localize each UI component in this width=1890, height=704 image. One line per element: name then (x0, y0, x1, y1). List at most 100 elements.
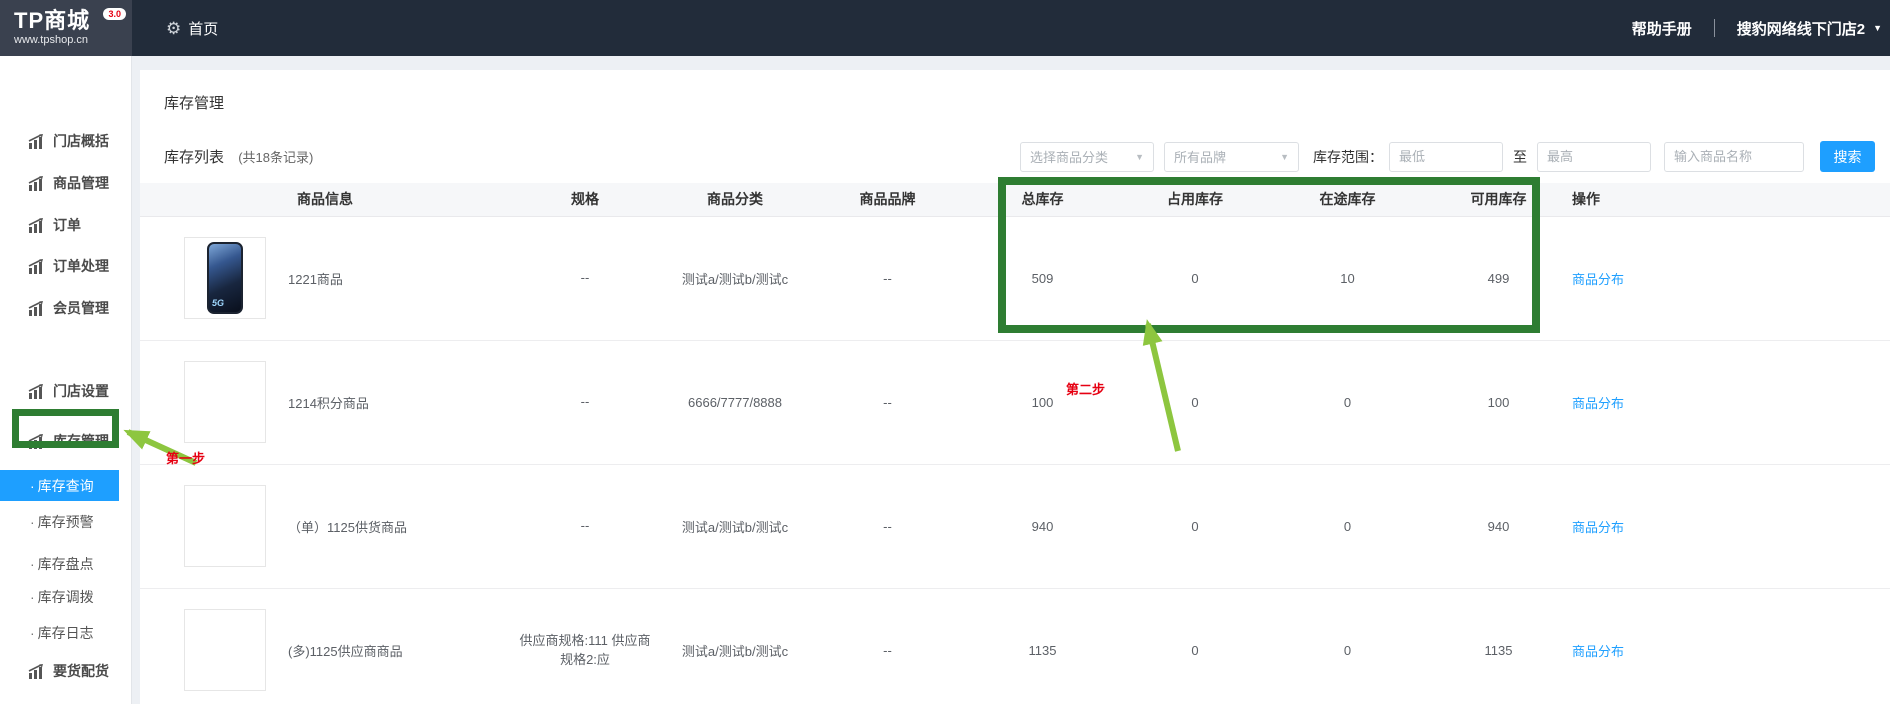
logo[interactable]: TP商城 www.tpshop.cn 3.0 (0, 0, 132, 56)
page-title: 库存管理 (164, 92, 224, 113)
chart-icon (28, 434, 47, 449)
sidebar-item[interactable]: 库存管理 (0, 430, 132, 452)
sidebar-item[interactable]: 订单 (0, 214, 132, 236)
to-label: 至 (1513, 147, 1527, 167)
occupied-stock-value: 0 (1120, 216, 1270, 340)
occupied-stock-value: 0 (1120, 464, 1270, 588)
col-header-available-stock: 可用库存 (1425, 183, 1572, 216)
product-brand: -- (810, 464, 965, 588)
product-spec: -- (510, 464, 660, 588)
sidebar-item[interactable]: 门店概括 (0, 130, 132, 152)
bullet-icon: · (30, 556, 35, 572)
sidebar-item-label: 门店概括 (53, 131, 109, 151)
sidebar-subitem-label: 库存日志 (38, 623, 94, 643)
chart-icon (28, 176, 47, 191)
search-button[interactable]: 搜索 (1820, 141, 1875, 172)
transit-stock-value: 0 (1270, 464, 1425, 588)
stock-min-input[interactable] (1389, 142, 1503, 172)
total-stock-value: 100 (965, 340, 1120, 464)
list-title-line: 库存列表 (共18条记录) (164, 146, 313, 167)
available-stock-value: 499 (1425, 216, 1572, 340)
sidebar-item-label: 库存管理 (53, 431, 109, 451)
occupied-stock-value: 0 (1120, 340, 1270, 464)
sidebar-item[interactable]: 商品管理 (0, 172, 132, 194)
product-name: (多)1125供应商商品 (288, 641, 403, 660)
sidebar-item-label: 会员管理 (53, 298, 109, 318)
product-thumbnail (184, 485, 266, 567)
chart-icon (28, 301, 47, 316)
top-header-bar: TP商城 www.tpshop.cn 3.0 ⚙ 首页 帮助手册 搜豹网络线下门… (0, 0, 1890, 56)
record-count: (共18条记录) (238, 150, 313, 165)
chart-icon (28, 664, 47, 679)
sidebar-item[interactable]: 订单处理 (0, 255, 132, 277)
product-brand: -- (810, 216, 965, 340)
table-row: 1214积分商品 -- 6666/7777/8888 -- 100 0 0 10… (140, 340, 1890, 464)
sidebar-subitem[interactable]: · 库存调拨 (0, 586, 132, 608)
gear-icon: ⚙ (166, 20, 181, 37)
phone-product-image: 5G (207, 242, 243, 314)
sidebar-subitem[interactable]: · 库存盘点 (0, 553, 132, 575)
table-row: (多)1125供应商商品 供应商规格:111 供应商规格2:应 测试a/测试b/… (140, 588, 1890, 704)
total-stock-value: 1135 (965, 588, 1120, 704)
select-caret-icon: ▼ (1135, 152, 1144, 162)
bullet-icon: · (30, 514, 35, 530)
col-header-spec: 规格 (510, 183, 660, 216)
caret-down-icon: ▼ (1873, 23, 1882, 33)
product-spec: 供应商规格:111 供应商规格2:应 (510, 588, 660, 704)
total-stock-value: 509 (965, 216, 1120, 340)
sidebar-item[interactable]: 门店设置 (0, 380, 132, 402)
logo-subtitle: www.tpshop.cn (14, 34, 132, 46)
brand-select[interactable]: 所有品牌 ▼ (1164, 142, 1299, 172)
col-header-total-stock: 总库存 (965, 183, 1120, 216)
sidebar-item-label: 商品管理 (53, 173, 109, 193)
nav-home[interactable]: ⚙ 首页 (166, 18, 218, 39)
category-select-value: 选择商品分类 (1030, 147, 1108, 166)
help-manual-link[interactable]: 帮助手册 (1632, 18, 1692, 39)
stock-range-label: 库存范围： (1313, 147, 1383, 167)
chart-icon (28, 259, 47, 274)
transit-stock-value: 0 (1270, 340, 1425, 464)
product-distribution-link[interactable]: 商品分布 (1572, 644, 1624, 659)
col-header-product-info: 商品信息 (140, 183, 510, 216)
sidebar-subitem[interactable]: · 库存查询 (0, 470, 119, 501)
sidebar-item[interactable]: 要货配货 (0, 660, 132, 682)
sidebar-item-label: 要货配货 (53, 661, 109, 681)
category-select[interactable]: 选择商品分类 ▼ (1020, 142, 1154, 172)
sidebar-subitem[interactable]: · 库存日志 (0, 622, 132, 644)
bullet-icon: · (30, 589, 35, 605)
sidebar-item-label: 订单处理 (53, 256, 109, 276)
brand-select-value: 所有品牌 (1174, 147, 1226, 166)
sidebar-subitem-label: 库存查询 (38, 476, 94, 496)
list-title: 库存列表 (164, 149, 224, 166)
product-name-input[interactable] (1664, 142, 1804, 172)
chart-icon (28, 384, 47, 399)
stock-max-input[interactable] (1537, 142, 1651, 172)
sidebar-subitem[interactable]: · 库存预警 (0, 511, 132, 533)
product-spec: -- (510, 216, 660, 340)
version-badge: 3.0 (103, 8, 126, 20)
table-row: （单）1125供货商品 -- 测试a/测试b/测试c -- 940 0 0 94… (140, 464, 1890, 588)
sidebar-subitem-label: 库存盘点 (38, 554, 94, 574)
store-dropdown[interactable]: 搜豹网络线下门店2 ▼ (1737, 18, 1882, 39)
product-name: 1214积分商品 (288, 393, 369, 412)
product-distribution-link[interactable]: 商品分布 (1572, 396, 1624, 411)
total-stock-value: 940 (965, 464, 1120, 588)
transit-stock-value: 0 (1270, 588, 1425, 704)
product-thumbnail: 5G (184, 237, 266, 319)
product-distribution-link[interactable]: 商品分布 (1572, 520, 1624, 535)
filter-bar: 选择商品分类 ▼ 所有品牌 ▼ 库存范围： 至 搜索 (1020, 141, 1875, 172)
chart-icon (28, 134, 47, 149)
available-stock-value: 1135 (1425, 588, 1572, 704)
product-brand: -- (810, 340, 965, 464)
sidebar-item[interactable]: 会员管理 (0, 297, 132, 319)
available-stock-value: 100 (1425, 340, 1572, 464)
product-distribution-link[interactable]: 商品分布 (1572, 272, 1624, 287)
sidebar-item-label: 订单 (53, 215, 81, 235)
nav-home-label: 首页 (188, 18, 218, 39)
sidebar-subitem-label: 库存调拨 (38, 587, 94, 607)
sidebar-subitem-label: 库存预警 (38, 512, 94, 532)
product-category: 测试a/测试b/测试c (660, 464, 810, 588)
sidebar: 门店概括 商品管理 订单 (0, 56, 132, 704)
col-header-occupied-stock: 占用库存 (1120, 183, 1270, 216)
occupied-stock-value: 0 (1120, 588, 1270, 704)
